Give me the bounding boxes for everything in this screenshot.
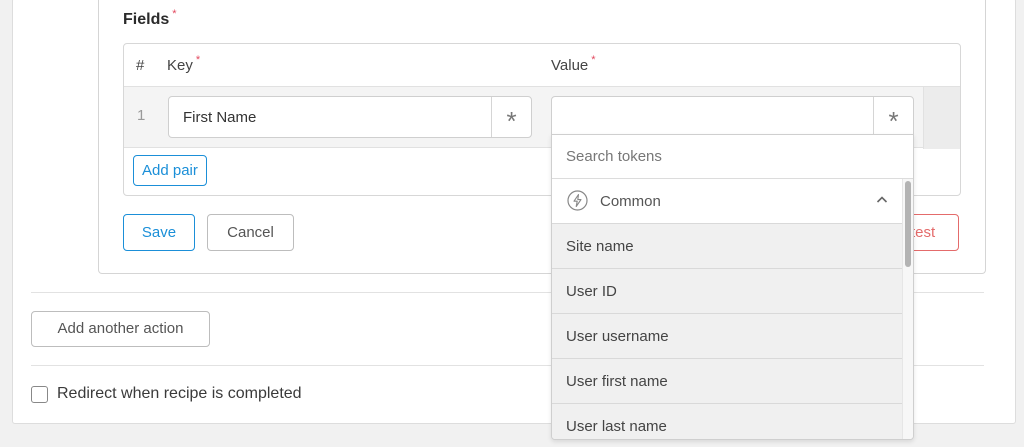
cancel-button[interactable]: Cancel (207, 214, 294, 251)
token-item-label: User ID (566, 283, 617, 300)
key-field-value: First Name (183, 109, 257, 126)
row-remove-area (923, 87, 960, 149)
token-item[interactable]: User ID (552, 268, 902, 313)
column-header-value: Value * (551, 54, 596, 74)
add-another-action-button[interactable]: Add another action (31, 311, 210, 347)
token-search (552, 135, 913, 179)
token-group-label: Common (600, 193, 661, 210)
bolt-icon (567, 190, 588, 211)
asterisk-icon: * (888, 106, 899, 136)
dropdown-scrollbar-thumb[interactable] (905, 181, 911, 267)
asterisk-icon: * (506, 106, 517, 136)
token-item-label: User first name (566, 373, 668, 390)
key-field[interactable]: First Name * (168, 96, 532, 138)
token-item[interactable]: User first name (552, 358, 902, 403)
token-item[interactable]: User username (552, 313, 902, 358)
token-item[interactable]: User last name (552, 403, 902, 439)
column-header-key: Key * (167, 54, 201, 74)
column-header-index: # (136, 57, 145, 74)
add-pair-button[interactable]: Add pair (133, 155, 207, 186)
row-index: 1 (137, 107, 146, 124)
token-item-label: User username (566, 328, 669, 345)
fields-title: Fields (123, 11, 170, 28)
required-asterisk: * (195, 54, 201, 66)
token-group-common[interactable]: Common (552, 179, 902, 223)
chevron-up-icon (876, 196, 888, 203)
fields-heading: Fields * (123, 8, 177, 29)
token-search-input[interactable] (552, 135, 913, 178)
token-item-label: User last name (566, 418, 667, 435)
redirect-checkbox[interactable] (31, 386, 48, 403)
token-dropdown: Common Site name User ID User username U… (551, 134, 914, 440)
column-header-value-label: Value (551, 57, 589, 74)
key-token-button[interactable]: * (491, 97, 531, 137)
save-button[interactable]: Save (123, 214, 195, 251)
value-token-button[interactable]: * (873, 97, 913, 137)
token-item[interactable]: Site name (552, 223, 902, 268)
required-asterisk: * (172, 8, 177, 20)
required-asterisk: * (591, 54, 596, 66)
token-item-label: Site name (566, 238, 634, 255)
column-header-key-label: Key (167, 57, 193, 74)
redirect-label: Redirect when recipe is completed (57, 385, 302, 402)
value-field[interactable]: * (551, 96, 914, 138)
